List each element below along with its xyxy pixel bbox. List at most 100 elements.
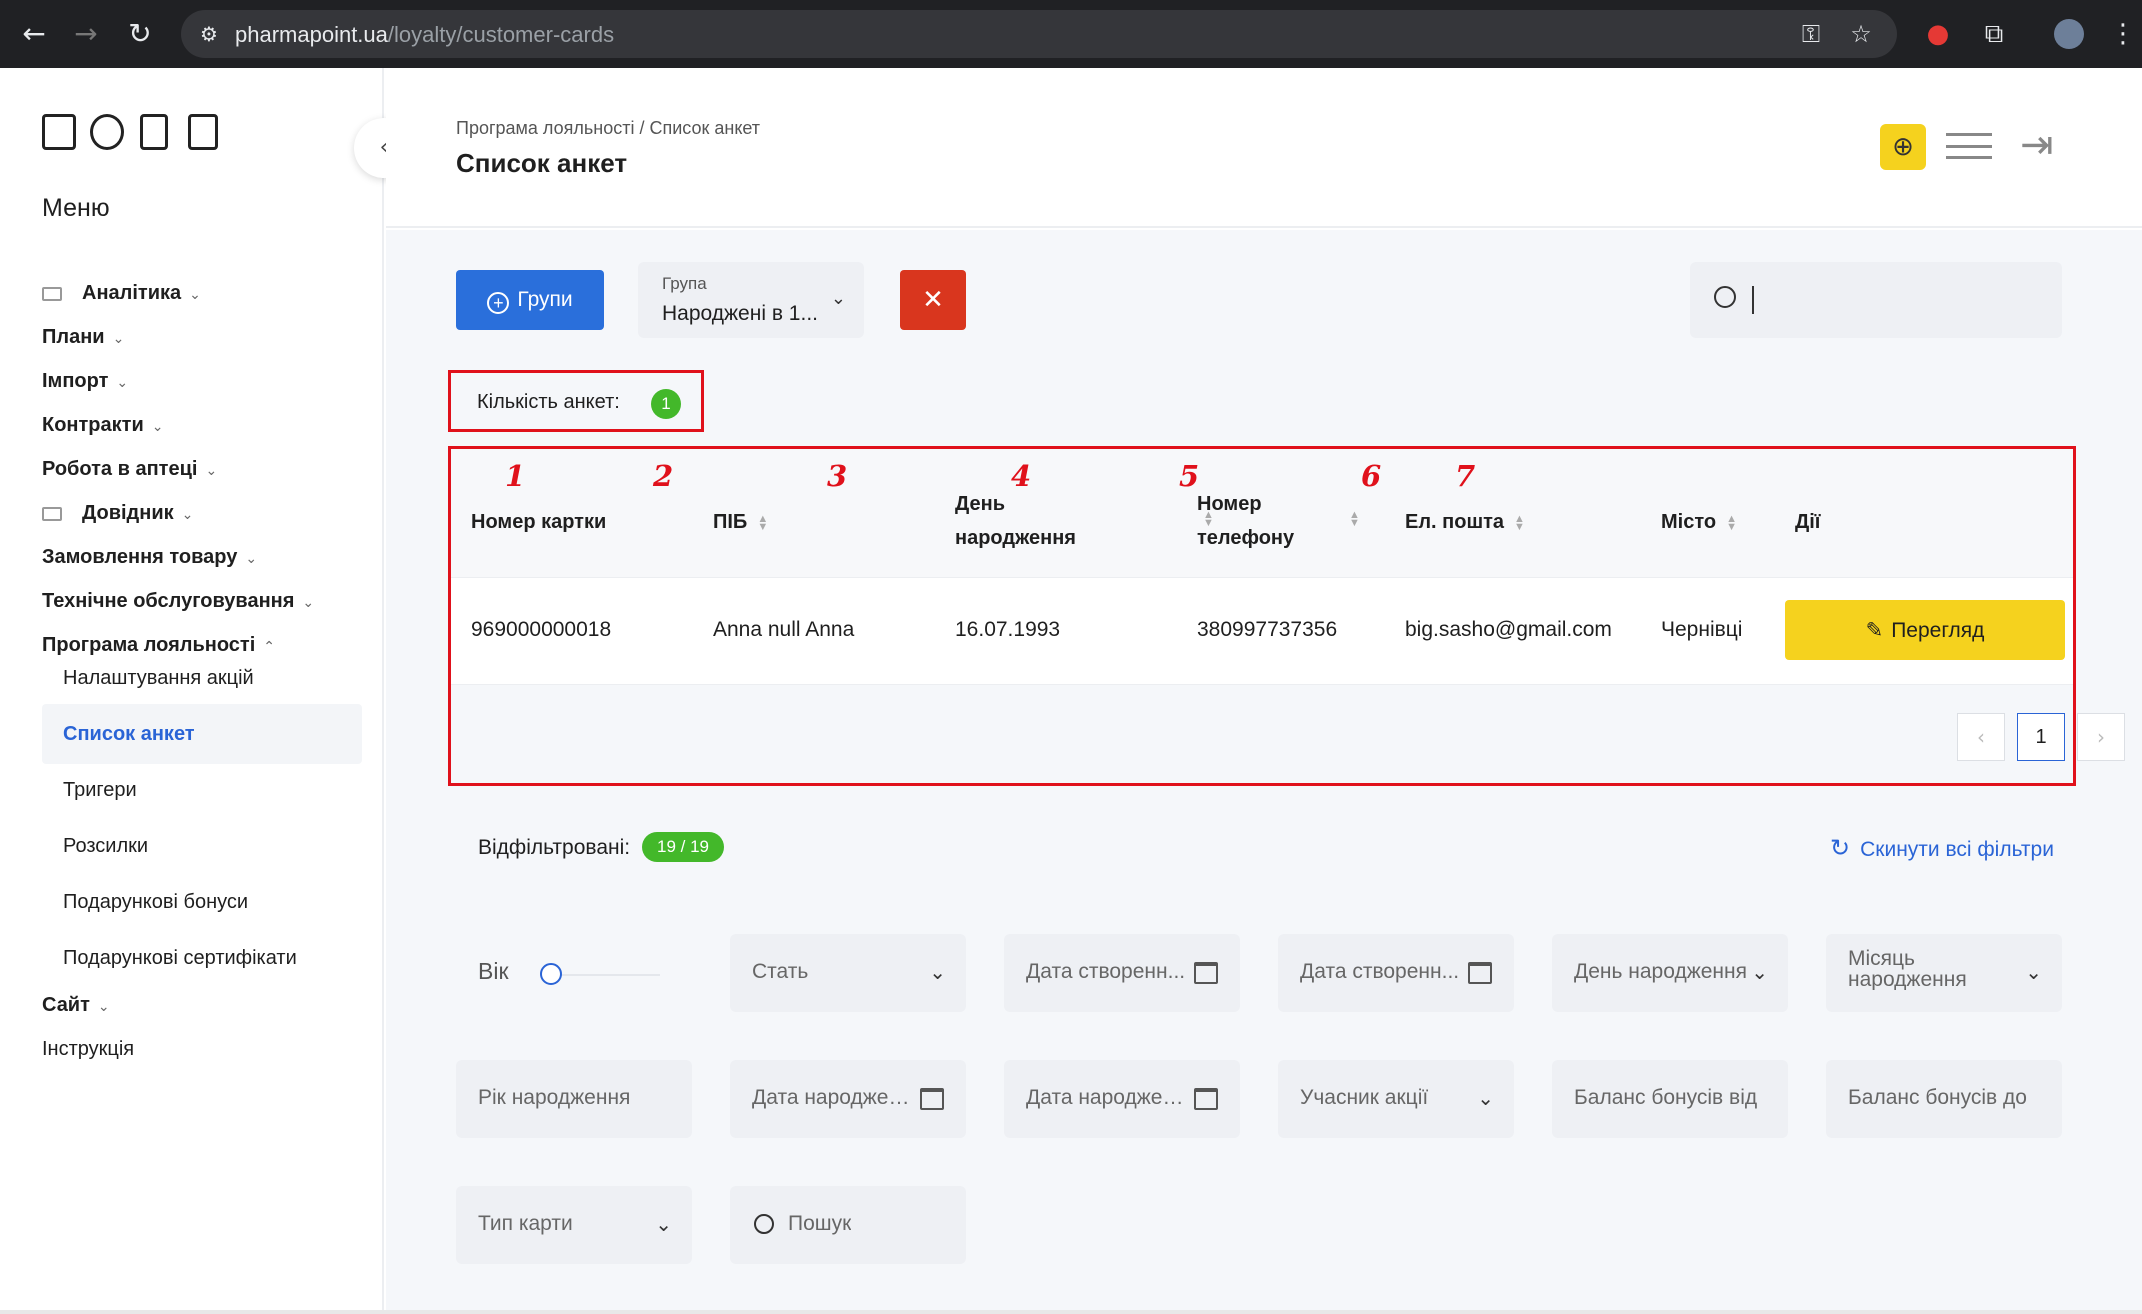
sidebar-item-reference[interactable]: Довідник ⌄	[42, 502, 193, 525]
sidebar-subitem-promo-settings[interactable]: Налаштування акцій	[42, 648, 362, 708]
sidebar-item-plans[interactable]: Плани ⌄	[42, 326, 124, 349]
birth-date-from-field[interactable]: Дата народжен...	[730, 1060, 966, 1138]
breadcrumb[interactable]: Програма лояльності / Список анкет	[456, 118, 760, 139]
table-row: 969000000018 Anna null Anna 16.07.1993 3…	[451, 577, 2073, 685]
sidebar-item-contracts[interactable]: Контракти ⌄	[42, 414, 163, 437]
menu-title: Меню	[42, 194, 110, 222]
annotation-number: 3	[827, 459, 848, 493]
sidebar-item-instruction[interactable]: Інструкція	[42, 1038, 134, 1061]
sort-icon[interactable]: ▲ ▼	[757, 513, 768, 532]
sidebar-subitem-triggers[interactable]: Тригери	[42, 760, 362, 820]
url-domain: pharmapoint.ua	[235, 22, 388, 47]
calendar-icon	[1194, 962, 1218, 984]
bookmark-star-icon[interactable]: ☆	[1845, 18, 1877, 50]
chevron-down-icon: ⌄	[655, 1212, 672, 1236]
birth-month-select[interactable]: Місяць народження ⌄	[1826, 934, 2062, 1012]
browser-menu-icon[interactable]: ⋮	[2110, 16, 2136, 52]
calendar-icon	[920, 1088, 944, 1110]
cards-count-badge: 1	[651, 389, 681, 419]
gender-select[interactable]: Стать ⌄	[730, 934, 966, 1012]
sidebar: Меню Аналітика ⌄ Плани ⌄ Імпорт ⌄ Контракти…	[0, 68, 384, 1314]
sidebar-subitem-gift-bonuses[interactable]: Подарункові бонуси	[42, 872, 362, 932]
column-header-full-name[interactable]: ПІБ ▲ ▼	[713, 505, 768, 539]
birth-date-to-field[interactable]: Дата народжен...	[1004, 1060, 1240, 1138]
page-title: Список анкет	[456, 148, 628, 178]
language-globe-button[interactable]: ⊕	[1880, 124, 1926, 170]
password-key-icon[interactable]: ⚿	[1795, 18, 1827, 50]
cards-table: 1 2 3 4 5 6 7 Номер картки ПІБ ▲ ▼ День нар…	[448, 446, 2125, 786]
filtered-label: Відфільтровані:	[478, 836, 631, 859]
column-header-phone[interactable]: Номер телефону	[1197, 487, 1294, 555]
sidebar-item-orders[interactable]: Замовлення товару ⌄	[42, 546, 257, 569]
cell-phone: 380997737356	[1197, 618, 1338, 641]
sort-icon[interactable]: ▲ ▼	[1514, 513, 1525, 532]
calendar-icon	[1468, 962, 1492, 984]
created-date-to-field[interactable]: Дата створенн...	[1278, 934, 1514, 1012]
pencil-icon: ✎	[1865, 618, 1884, 642]
hamburger-menu-icon[interactable]	[1946, 133, 1992, 159]
column-header-email[interactable]: Ел. пошта ▲ ▼	[1405, 505, 1525, 539]
view-button[interactable]: ✎ Перегляд	[1785, 600, 2065, 660]
archive-icon[interactable]	[42, 114, 76, 150]
sort-icon[interactable]: ▲ ▼	[1726, 513, 1737, 532]
search-icon	[1714, 286, 1736, 308]
sidebar-item-import[interactable]: Імпорт ⌄	[42, 370, 128, 393]
pie-chart-icon[interactable]	[90, 114, 124, 150]
card-type-select[interactable]: Тип карти ⌄	[456, 1186, 692, 1264]
chevron-down-icon: ⌄	[302, 594, 315, 610]
cell-birthday: 16.07.1993	[955, 618, 1061, 641]
cards-count-label: Кількість анкет:	[477, 391, 620, 413]
reload-icon[interactable]: ↻	[122, 16, 158, 52]
reset-filters-link[interactable]: ↻ Скинути всі фільтри	[1830, 834, 2054, 862]
column-header-actions: Дії	[1795, 511, 1821, 533]
cards-count: Кількість анкет: 1	[448, 370, 704, 432]
sidebar-item-pharmacy-work[interactable]: Робота в аптеці ⌄	[42, 458, 217, 481]
forward-icon[interactable]: →	[68, 16, 104, 52]
age-slider-handle[interactable]	[540, 963, 562, 985]
table-header: 1 2 3 4 5 6 7 Номер картки ПІБ ▲ ▼ День нар…	[451, 449, 2073, 577]
groups-button[interactable]: + Групи	[456, 270, 604, 330]
site-info-icon[interactable]: ⚙	[193, 18, 225, 50]
annotation-number: 1	[505, 459, 526, 493]
cell-card-number: 969000000018	[471, 618, 612, 641]
search-input[interactable]	[1690, 262, 2062, 338]
cell-city: Чернівці	[1661, 618, 1743, 641]
profile-avatar[interactable]	[2054, 19, 2084, 49]
column-header-city[interactable]: Місто ▲ ▼	[1661, 505, 1737, 539]
back-icon[interactable]: ←	[16, 16, 52, 52]
url-text: pharmapoint.ua/loyalty/customer-cards	[235, 22, 614, 48]
pagination-page-button[interactable]: 1	[2017, 713, 2065, 761]
sort-icon[interactable]: ▲ ▼	[1349, 510, 1360, 529]
bonus-balance-from-field[interactable]: Баланс бонусів від	[1552, 1060, 1788, 1138]
sidebar-item-analytics[interactable]: Аналітика ⌄	[42, 282, 201, 305]
sidebar-item-site[interactable]: Сайт ⌄	[42, 994, 110, 1017]
filtered-badge: 19 / 19	[642, 832, 724, 862]
url-path: /loyalty/customer-cards	[387, 22, 615, 47]
extensions-puzzle-icon[interactable]: ⧉	[1976, 16, 2012, 52]
pagination-next-button[interactable]: ›	[2077, 713, 2125, 761]
bonus-balance-to-field[interactable]: Баланс бонусів до	[1826, 1060, 2062, 1138]
chevron-down-icon: ⌄	[151, 418, 164, 434]
age-filter-label: Вік	[478, 958, 509, 984]
book-icon[interactable]	[188, 114, 218, 150]
sidebar-item-maintenance[interactable]: Технічне обслуговування ⌄	[42, 590, 314, 613]
sidebar-subitem-gift-certificates[interactable]: Подарункові сертифікати	[42, 928, 362, 988]
filter-search-input[interactable]: Пошук	[730, 1186, 966, 1264]
sidebar-subitem-customer-cards[interactable]: Список анкет	[42, 704, 362, 764]
promo-participant-select[interactable]: Учасник акції ⌄	[1278, 1060, 1514, 1138]
column-header-card-number[interactable]: Номер картки	[471, 505, 606, 539]
pagination-prev-button[interactable]: ‹	[1957, 713, 2005, 761]
created-date-from-field[interactable]: Дата створенн...	[1004, 934, 1240, 1012]
address-bar[interactable]: ⚙ pharmapoint.ua/loyalty/customer-cards …	[181, 10, 1897, 58]
logout-icon[interactable]: ⇥	[2020, 120, 2064, 170]
sidebar-subitem-mailings[interactable]: Розсилки	[42, 816, 362, 876]
column-header-birthday[interactable]: День народження	[955, 487, 1076, 555]
birth-day-select[interactable]: День народження ⌄	[1552, 934, 1788, 1012]
birth-year-field[interactable]: Рік народження	[456, 1060, 692, 1138]
group-select[interactable]: Група Народжені в 1... ⌄	[638, 262, 864, 338]
calendar-icon	[1194, 1088, 1218, 1110]
table-icon	[42, 286, 62, 301]
document-icon[interactable]	[140, 114, 168, 150]
clear-group-button[interactable]: ✕	[900, 270, 966, 330]
extension-icon[interactable]: ●	[1920, 16, 1956, 52]
